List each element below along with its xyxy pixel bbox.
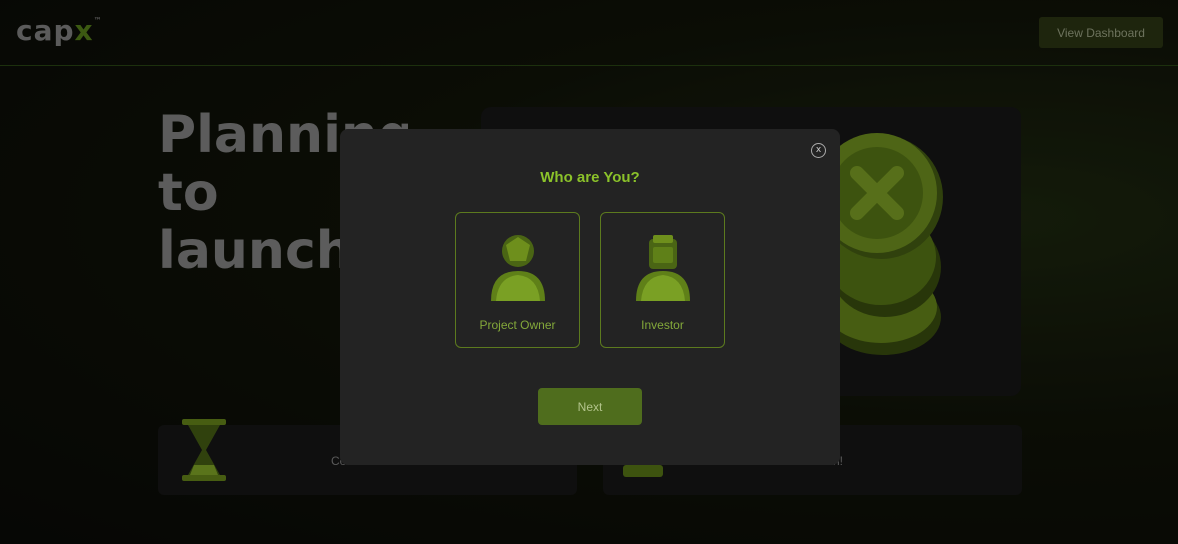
role-label-investor: Investor: [641, 318, 684, 332]
role-option-project-owner[interactable]: Project Owner: [455, 212, 580, 348]
modal-title: Who are You?: [540, 169, 640, 186]
role-option-investor[interactable]: Investor: [600, 212, 725, 348]
close-icon[interactable]: x: [811, 143, 826, 158]
role-label-project-owner: Project Owner: [479, 318, 556, 332]
person-icon: [491, 235, 545, 301]
investor-icon: [636, 235, 690, 301]
next-button[interactable]: Next: [538, 388, 642, 425]
role-select-modal: x Who are You? Project Owner Investor Ne…: [340, 129, 840, 465]
